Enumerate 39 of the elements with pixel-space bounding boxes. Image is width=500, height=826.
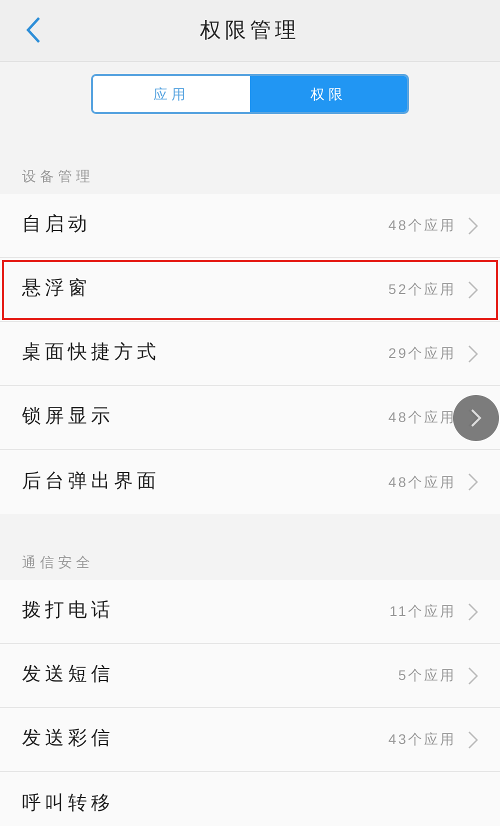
row-label: 后台弹出界面 [22, 470, 160, 494]
chevron-icon [468, 280, 478, 298]
row-label: 呼叫转移 [22, 792, 114, 816]
app-count: 48个应用 [388, 216, 456, 235]
section-heading: 通信安全 [22, 553, 94, 572]
chevron-icon [468, 344, 478, 362]
chevron-icon [470, 408, 482, 428]
row-label: 锁屏显示 [22, 405, 114, 430]
permission-row[interactable]: 发送短信 5个应用 [0, 644, 500, 708]
app-count: 43个应用 [388, 730, 456, 749]
permission-row[interactable]: 后台弹出界面 48个应用 [0, 450, 500, 514]
row-label: 发送短信 [22, 663, 114, 688]
app-count: 48个应用 [388, 408, 456, 427]
row-label: 拨打电话 [22, 599, 114, 624]
app-count: 5个应用 [398, 666, 456, 685]
permission-row[interactable]: 悬浮窗 52个应用 [0, 258, 500, 322]
chevron-icon [468, 216, 478, 234]
row-label: 悬浮窗 [22, 277, 91, 302]
back-icon [24, 15, 42, 45]
floating-button[interactable] [453, 395, 499, 441]
permission-row[interactable]: 发送彩信 43个应用 [0, 708, 500, 772]
screen-title: 权限管理 [200, 18, 300, 44]
app-count: 52个应用 [388, 280, 456, 299]
permission-row[interactable]: 自启动 48个应用 [0, 194, 500, 258]
app-count: 48个应用 [388, 472, 456, 492]
app-count: 29个应用 [388, 344, 456, 363]
chevron-icon [468, 730, 478, 748]
permission-row[interactable]: 拨打电话 11个应用 [0, 580, 500, 644]
row-label: 桌面快捷方式 [22, 341, 160, 366]
permission-row[interactable]: 桌面快捷方式 29个应用 [0, 322, 500, 386]
app-count: 11个应用 [389, 602, 456, 621]
chevron-icon [468, 473, 478, 491]
chevron-icon [468, 666, 478, 684]
section-heading: 设备管理 [22, 167, 94, 186]
row-label: 发送彩信 [22, 727, 114, 752]
row-label: 自启动 [22, 213, 91, 238]
permission-row[interactable]: 锁屏显示 48个应用 [0, 386, 500, 450]
chevron-icon [468, 602, 478, 620]
permission-row[interactable]: 呼叫转移 [0, 772, 500, 826]
